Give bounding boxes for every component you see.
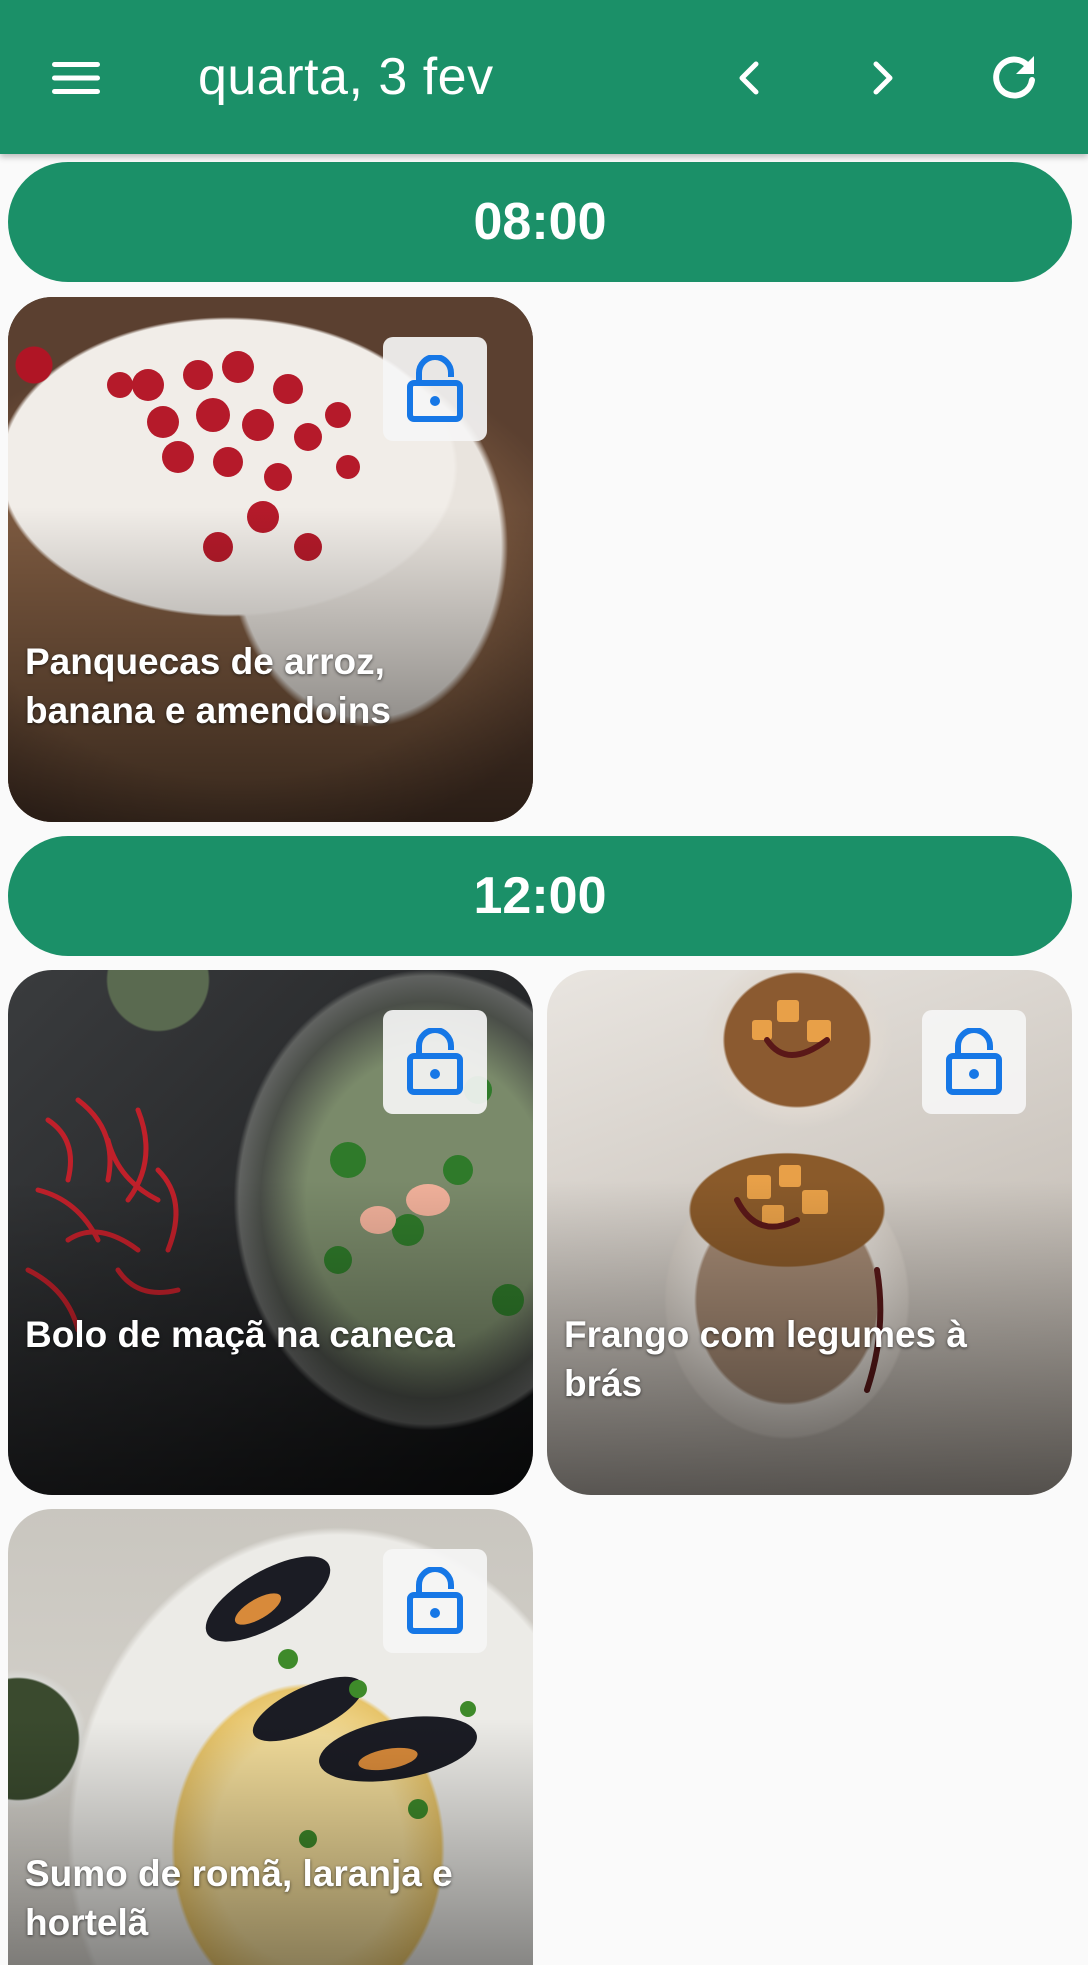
menu-icon bbox=[52, 62, 100, 94]
meal-schedule: 08:00 Panquecas de arroz, banana e amend… bbox=[0, 154, 1088, 1965]
recipe-name: Frango com legumes à brás bbox=[564, 1314, 967, 1404]
recipe-name: Panquecas de arroz, banana e amendoins bbox=[25, 641, 391, 731]
menu-button[interactable] bbox=[36, 38, 116, 118]
time-header-1200[interactable]: 12:00 bbox=[8, 836, 1072, 956]
recipe-card[interactable]: Bolo de maçã na caneca bbox=[8, 970, 533, 1495]
time-label: 08:00 bbox=[473, 193, 607, 251]
app-bar: quarta, 3 fev bbox=[0, 0, 1088, 154]
recipe-card[interactable]: Sumo de romã, laranja e hortelã bbox=[8, 1509, 533, 1965]
lock-button[interactable] bbox=[383, 1549, 487, 1653]
lock-button[interactable] bbox=[922, 1010, 1026, 1114]
chevron-left-icon bbox=[739, 61, 759, 95]
recipe-name: Bolo de maçã na caneca bbox=[25, 1314, 455, 1355]
next-day-button[interactable] bbox=[842, 38, 922, 118]
recipe-name: Sumo de romã, laranja e hortelã bbox=[25, 1853, 453, 1943]
previous-day-button[interactable] bbox=[710, 38, 790, 118]
refresh-button[interactable] bbox=[974, 38, 1054, 118]
recipe-card[interactable]: Frango com legumes à brás bbox=[547, 970, 1072, 1495]
time-header-0800[interactable]: 08:00 bbox=[8, 162, 1072, 282]
lock-open-icon bbox=[407, 1028, 463, 1095]
lock-open-icon bbox=[946, 1028, 1002, 1095]
lock-button[interactable] bbox=[383, 337, 487, 441]
chevron-right-icon bbox=[873, 61, 893, 95]
lock-button[interactable] bbox=[383, 1010, 487, 1114]
time-label: 12:00 bbox=[473, 867, 607, 925]
lock-open-icon bbox=[407, 1567, 463, 1634]
page-title: quarta, 3 fev bbox=[198, 48, 494, 106]
lock-open-icon bbox=[407, 355, 463, 422]
refresh-icon bbox=[993, 56, 1035, 99]
recipe-card[interactable]: Panquecas de arroz, banana e amendoins bbox=[8, 297, 533, 822]
